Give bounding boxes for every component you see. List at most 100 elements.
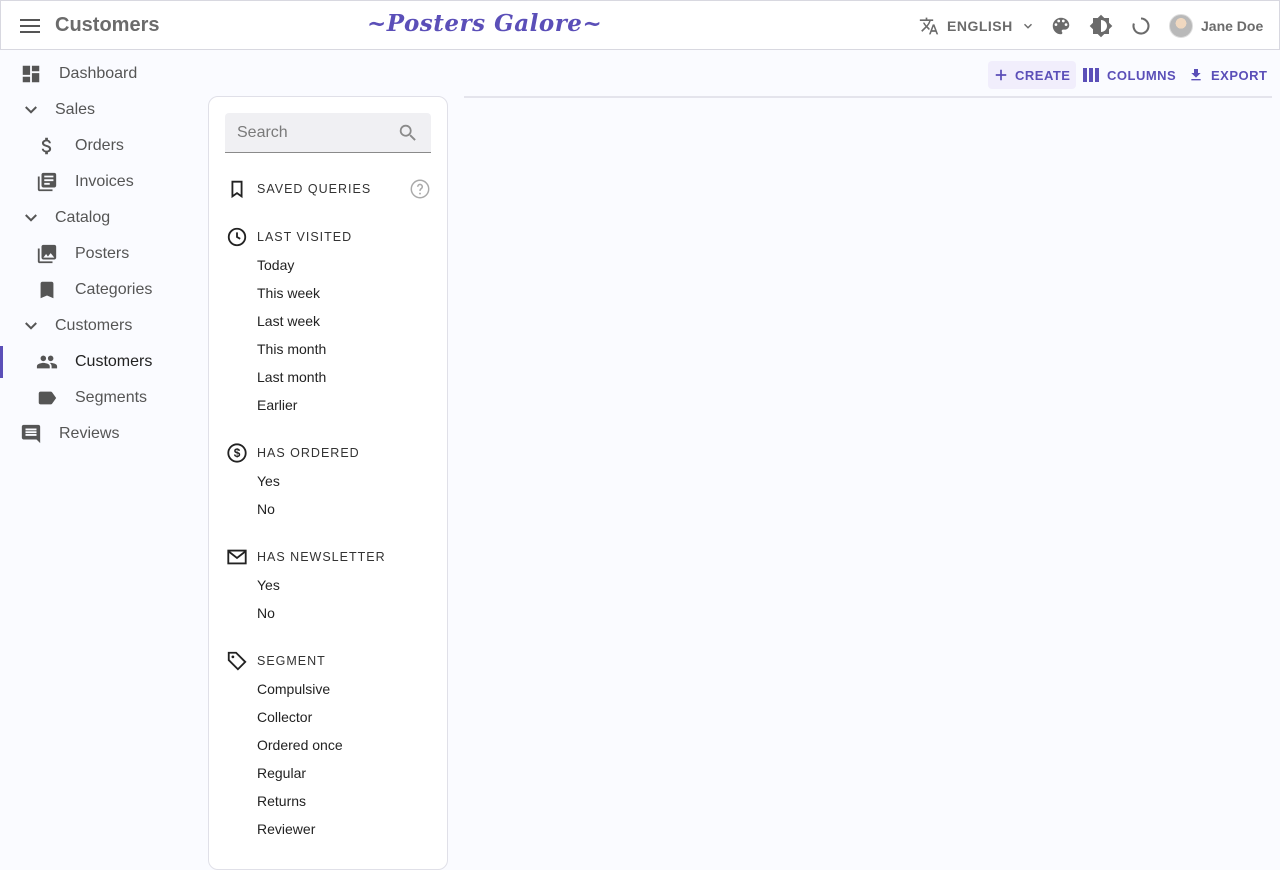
avatar [1169,14,1193,38]
sidebar-item-label: Orders [75,137,124,154]
has-newsletter-section: Has newsletter Yes No [225,543,435,627]
language-label: ENGLISH [947,18,1013,34]
columns-icon [1083,68,1099,82]
sidebar-item-posters[interactable]: Posters [0,236,200,272]
filter-item-ordered-no[interactable]: No [225,495,435,523]
loading-spinner-icon [1132,17,1150,35]
columns-label: COLUMNS [1107,67,1177,83]
dollar-icon [36,135,58,157]
sidebar-item-reviews[interactable]: Reviews [0,416,200,452]
brand-logo: ~Posters Galore~ [367,10,603,37]
bookmark-icon [36,279,58,301]
sidebar-item-label: Customers [55,317,133,334]
sidebar-item-label: Catalog [55,209,111,226]
chevron-down-icon [20,315,42,337]
sidebar-item-label: Customers [75,353,153,370]
plus-icon [995,69,1007,81]
filter-item-today[interactable]: Today [225,251,435,279]
money-circle-icon: $ [225,441,249,465]
filter-item-ordered-once[interactable]: Ordered once [225,731,435,759]
refresh-button[interactable] [1129,14,1153,38]
has-ordered-section: $ Has ordered Yes No [225,439,435,523]
toolbar-divider [464,96,1272,98]
library-books-icon [36,171,58,193]
filter-item-reviewer[interactable]: Reviewer [225,815,435,843]
sidebar-item-label: Posters [75,245,130,262]
bookmark-border-icon [225,177,249,201]
has-newsletter-label: Has newsletter [257,550,386,564]
saved-queries-section: Saved queries [225,175,435,203]
columns-button[interactable]: COLUMNS [1076,61,1182,89]
search-input[interactable] [225,113,395,152]
menu-button[interactable] [15,13,45,39]
sidebar-item-orders[interactable]: Orders [0,128,200,164]
filter-item-compulsive[interactable]: Compulsive [225,675,435,703]
segment-label: Segment [257,654,326,668]
has-ordered-label: Has ordered [257,446,360,460]
menu-icon [20,19,40,33]
sidebar-item-label: Categories [75,281,153,298]
segment-section: Segment Compulsive Collector Ordered onc… [225,647,435,843]
filter-item-regular[interactable]: Regular [225,759,435,787]
list-toolbar: CREATE COLUMNS EXPORT [464,60,1272,96]
chevron-down-icon [1023,23,1032,29]
dashboard-icon [20,63,42,85]
sidebar-item-customers[interactable]: Customers [0,344,200,380]
svg-text:$: $ [234,446,241,460]
filter-item-this-month[interactable]: This month [225,335,435,363]
filter-item-last-week[interactable]: Last week [225,307,435,335]
sidebar-item-label: Sales [55,101,96,118]
sidebar-item-label: Reviews [59,425,120,442]
filter-item-ordered-yes[interactable]: Yes [225,467,435,495]
chevron-down-icon [20,207,42,229]
chevron-down-icon [20,99,42,121]
export-button[interactable]: EXPORT [1182,61,1273,89]
collections-icon [36,243,58,265]
create-button[interactable]: CREATE [988,61,1077,89]
page-title: Customers [55,14,160,36]
brightness-icon [1089,14,1113,38]
clock-icon [225,225,249,249]
palette-icon [1052,17,1070,35]
filter-sidebar: Saved queries Last visited Today This we… [208,96,448,870]
filter-item-this-week[interactable]: This week [225,279,435,307]
filter-item-returns[interactable]: Returns [225,787,435,815]
sidebar-section-sales[interactable]: Sales [0,92,200,128]
sidebar-item-categories[interactable]: Categories [0,272,200,308]
help-icon[interactable] [409,178,431,200]
label-icon [36,387,58,409]
comment-icon [20,423,42,445]
sidebar-item-label: Dashboard [59,65,138,82]
saved-queries-label: Saved queries [257,182,372,196]
filter-item-newsletter-yes[interactable]: Yes [225,571,435,599]
filter-item-collector[interactable]: Collector [225,703,435,731]
tag-icon [225,649,249,673]
create-label: CREATE [1015,67,1071,83]
download-icon [1191,69,1201,81]
sidebar-section-catalog[interactable]: Catalog [0,200,200,236]
filter-item-last-month[interactable]: Last month [225,363,435,391]
search-field [225,113,431,153]
search-icon [399,124,416,141]
people-icon [36,351,58,373]
sidebar: Dashboard Sales Orders Invoices Catalog … [0,56,200,452]
language-selector[interactable]: ENGLISH [919,14,1035,38]
filter-item-newsletter-no[interactable]: No [225,599,435,627]
sidebar-item-label: Segments [75,389,148,406]
export-label: EXPORT [1211,67,1268,83]
user-name: Jane Doe [1201,18,1264,34]
sidebar-item-label: Invoices [75,173,134,190]
last-visited-label: Last visited [257,230,353,244]
sidebar-item-invoices[interactable]: Invoices [0,164,200,200]
user-menu[interactable]: Jane Doe [1169,14,1263,38]
sidebar-section-customers[interactable]: Customers [0,308,200,344]
dark-mode-toggle[interactable] [1089,14,1113,38]
last-visited-section: Last visited Today This week Last week T… [225,223,435,419]
mail-icon [225,545,249,569]
sidebar-item-segments[interactable]: Segments [0,380,200,416]
sidebar-item-dashboard[interactable]: Dashboard [0,56,200,92]
filter-item-earlier[interactable]: Earlier [225,391,435,419]
theme-palette-button[interactable] [1049,14,1073,38]
translate-icon [919,17,939,35]
app-bar: Customers ~Posters Galore~ ENGLISH Jane … [0,0,1280,50]
